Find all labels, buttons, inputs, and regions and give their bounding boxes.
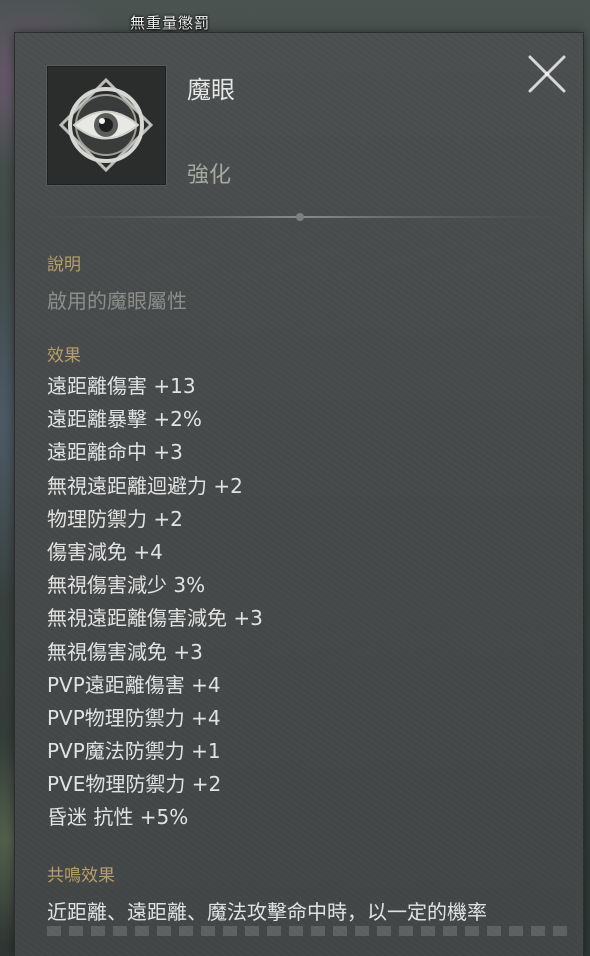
effect-item: 遠距離暴擊 +2% [47, 407, 202, 432]
effect-item: 無視傷害減少 3% [47, 573, 206, 598]
effect-item: PVP遠距離傷害 +4 [47, 672, 221, 697]
effect-item: PVE物理防禦力 +2 [47, 772, 222, 797]
eye-icon [58, 77, 154, 173]
description-text: 啟用的魔眼屬性 [47, 289, 187, 313]
effect-item: PVP物理防禦力 +4 [47, 705, 221, 730]
effects-list: 遠距離傷害 +13 遠距離暴擊 +2% 遠距離命中 +3 無視遠距離迴避力 +2… [47, 372, 263, 837]
effect-item: 物理防禦力 +2 [47, 506, 183, 531]
effect-item: 昏迷 抗性 +5% [47, 805, 189, 830]
effect-item: 遠距離命中 +3 [47, 440, 183, 465]
effects-label: 效果 [47, 346, 81, 366]
resonance-text: 近距離、遠距離、魔法攻擊命中時，以一定的機率 [47, 900, 487, 924]
resonance-text-overflow [47, 926, 567, 936]
effect-item: 傷害減免 +4 [47, 539, 163, 564]
effect-item: PVP魔法防禦力 +1 [47, 739, 221, 764]
header-divider [35, 213, 565, 221]
item-grade: 強化 [187, 163, 232, 188]
resonance-label: 共鳴效果 [47, 866, 115, 886]
effect-item: 遠距離傷害 +13 [47, 374, 196, 398]
close-button[interactable] [525, 52, 569, 96]
effect-item: 無視遠距離迴避力 +2 [47, 473, 243, 498]
item-icon-frame [47, 66, 166, 185]
close-icon [528, 55, 566, 93]
weight-status-label: 無重量懲罰 [130, 14, 211, 32]
effect-item: 無視遠距離傷害減免 +3 [47, 606, 263, 631]
effect-item: 無視傷害減免 +3 [47, 639, 203, 664]
item-name: 魔眼 [187, 76, 235, 104]
description-label: 說明 [47, 255, 81, 275]
